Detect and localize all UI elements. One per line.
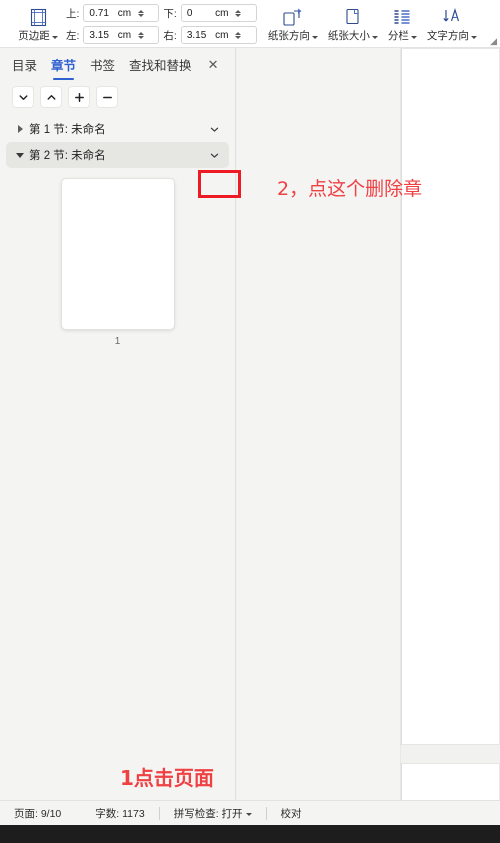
chapter-toolbar [0, 82, 235, 116]
section-menu-button[interactable] [203, 124, 225, 135]
margin-top-stepper[interactable] [135, 9, 146, 17]
margin-top-unit: cm [117, 7, 132, 19]
chevron-down-icon [470, 35, 477, 39]
chevron-down-icon [210, 127, 218, 132]
margin-left-stepper[interactable] [135, 31, 146, 39]
margin-bottom-label: 下: [163, 7, 177, 20]
text-direction-icon [442, 5, 462, 29]
close-panel-icon[interactable]: ✕ [208, 57, 219, 73]
tab-bookmarks[interactable]: 书签 [90, 49, 115, 81]
section-menu-button[interactable] [203, 150, 225, 161]
margin-fields: 上: 0.71 cm 下: 0 cm 左: 3.15 cm 右: 3.15 cm [66, 0, 257, 47]
status-spellcheck[interactable]: 拼写检查: 打开 [174, 806, 252, 821]
wps-writer-window: 页边距 上: 0.71 cm 下: 0 cm 左: 3.15 cm 右: 3.1… [0, 0, 500, 843]
text-direction-label: 文字方向 [427, 29, 477, 43]
navigation-tabs: 目录 章节 书签 查找和替换 ✕ [0, 48, 235, 82]
columns-text: 分栏 [387, 30, 409, 42]
columns-label: 分栏 [388, 29, 417, 43]
page-rotate-icon [282, 5, 303, 29]
paper-size-text: 纸张大小 [327, 30, 370, 42]
margin-left-label: 左: [66, 29, 80, 42]
document-gutter [237, 48, 401, 843]
page-margins-icon [29, 6, 48, 30]
margin-bottom-input[interactable]: 0 cm [180, 4, 257, 22]
margin-top-label: 上: [66, 7, 80, 20]
paper-size-label: 纸张大小 [328, 29, 378, 43]
text-direction-text: 文字方向 [426, 30, 469, 42]
section-label: 第 1 节: 未命名 [29, 124, 106, 136]
page-orientation-button[interactable]: 纸张方向 [263, 0, 323, 47]
margin-bottom-stepper[interactable] [233, 9, 244, 17]
page-margins-text: 页边距 [18, 29, 50, 42]
next-section-button[interactable] [12, 86, 34, 108]
status-proofread[interactable]: 校对 [281, 806, 302, 821]
margin-right-stepper[interactable] [233, 31, 244, 39]
chevron-down-icon [245, 812, 252, 816]
paper-size-button[interactable]: 纸张大小 [323, 0, 383, 47]
annotation-step-1: 1点击页面 [120, 766, 214, 790]
os-taskbar [0, 825, 500, 843]
margin-right-unit: cm [215, 29, 229, 41]
page-margins-label: 页边距 [18, 30, 58, 43]
ribbon-expander-icon[interactable]: ◢ [490, 37, 497, 46]
tab-contents[interactable]: 目录 [12, 49, 37, 81]
page-layout-ribbon: 页边距 上: 0.71 cm 下: 0 cm 左: 3.15 cm 右: 3.1… [0, 0, 500, 48]
document-workspace [237, 48, 500, 843]
margin-bottom-value: 0 [186, 7, 193, 19]
margin-right-input[interactable]: 3.15 cm [180, 26, 257, 44]
section-tree: 第 1 节: 未命名 第 2 节: 未命名 [0, 116, 235, 168]
margin-row-left: 左: 3.15 cm 右: 3.15 cm [66, 26, 257, 45]
status-divider [158, 806, 160, 820]
page-margins-button[interactable]: 页边距 [10, 0, 66, 47]
status-spellcheck-text: 拼写检查: 打开 [173, 807, 243, 820]
margin-right-value: 3.15 [186, 29, 207, 41]
margin-row-top: 上: 0.71 cm 下: 0 cm [66, 4, 257, 23]
annotation-step-2: 2，点这个删除章 [277, 178, 423, 200]
add-section-button[interactable] [68, 86, 90, 108]
page-orientation-text: 纸张方向 [267, 30, 310, 42]
chevron-down-icon [311, 35, 318, 39]
section-label: 第 2 节: 未命名 [29, 150, 106, 162]
chevron-down-icon [371, 35, 378, 39]
plus-icon [74, 92, 84, 102]
section-tree-row-2[interactable]: 第 2 节: 未命名 [6, 142, 229, 168]
margin-left-value: 3.15 [89, 29, 109, 41]
columns-icon [392, 5, 412, 29]
remove-section-button[interactable] [96, 86, 118, 108]
margin-bottom-unit: cm [215, 7, 229, 19]
expand-triangle-icon[interactable] [14, 125, 26, 133]
prev-section-button[interactable] [40, 86, 62, 108]
chevron-down-icon [51, 35, 58, 39]
page-thumbnail-number: 1 [114, 336, 121, 347]
margin-top-value: 0.71 [89, 7, 109, 19]
status-bar: 页面: 9/10 字数: 1173 拼写检查: 打开 校对 [0, 800, 500, 825]
chevron-down-icon [210, 153, 218, 158]
margins-group: 页边距 上: 0.71 cm 下: 0 cm 左: 3.15 cm 右: 3.1… [0, 0, 257, 47]
chevron-down-icon [19, 94, 27, 100]
tab-find-replace[interactable]: 查找和替换 [129, 49, 192, 81]
status-divider [265, 806, 267, 820]
collapse-triangle-icon[interactable] [14, 152, 26, 158]
status-word-count[interactable]: 字数: 1173 [95, 806, 144, 821]
page-size-icon [343, 5, 363, 29]
chevron-down-icon [410, 35, 417, 39]
document-page-1[interactable] [401, 48, 500, 745]
tab-chapters[interactable]: 章节 [51, 49, 76, 81]
margin-left-unit: cm [117, 29, 132, 41]
margin-top-input[interactable]: 0.71 cm [83, 4, 160, 22]
navigation-panel: 目录 章节 书签 查找和替换 ✕ 第 1 节: 未命名 第 2 节: 未命名 1 [0, 48, 236, 843]
margin-left-input[interactable]: 3.15 cm [83, 26, 160, 44]
margin-right-label: 右: [163, 29, 177, 42]
chevron-up-icon [47, 94, 55, 100]
text-direction-button[interactable]: 文字方向 [422, 0, 482, 47]
minus-icon [102, 96, 112, 98]
columns-button[interactable]: 分栏 [383, 0, 422, 47]
page-orientation-label: 纸张方向 [268, 29, 318, 43]
page-thumbnail[interactable] [60, 178, 175, 330]
section-tree-row-1[interactable]: 第 1 节: 未命名 [6, 116, 229, 142]
status-page-count[interactable]: 页面: 9/10 [14, 806, 61, 821]
page-thumbnail-area: 1 [0, 168, 235, 347]
